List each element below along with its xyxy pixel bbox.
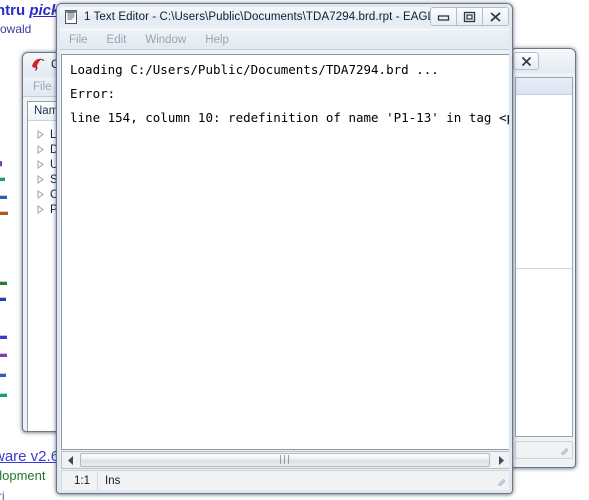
- editor-line-error: Error:: [70, 86, 116, 101]
- text-editor-statusbar: 1:1 Ins: [61, 470, 510, 491]
- webpage-fragment-3: ▬: [0, 190, 7, 202]
- scroll-left-arrow-icon[interactable]: [62, 452, 79, 468]
- webpage-fragment-7: ▬: [0, 330, 7, 342]
- chevron-right-icon: [37, 130, 44, 139]
- chevron-right-icon: [37, 175, 44, 184]
- editor-line-loading: Loading C:/Users/Public/Documents/TDA729…: [70, 62, 439, 77]
- right-window-statusbar: [515, 441, 573, 459]
- close-icon: [490, 11, 501, 22]
- webpage-fragment-2: ▬: [0, 172, 5, 184]
- close-button[interactable]: [482, 7, 509, 26]
- close-icon: [521, 56, 531, 66]
- text-editor-title: 1 Text Editor - C:\Users\Public\Document…: [84, 10, 430, 23]
- webpage-fragment-8: ▬: [0, 348, 7, 360]
- webpage-heading-prefix: ntru: [0, 2, 26, 19]
- editor-line-detail: line 154, column 10: redefinition of nam…: [70, 110, 510, 125]
- webpage-fragment-6: ▬: [0, 292, 6, 304]
- webpage-trailing-text: ri: [0, 489, 5, 500]
- control-panel-menu-file[interactable]: File: [33, 81, 52, 93]
- text-editor-horizontal-scrollbar[interactable]: |||: [61, 451, 510, 469]
- webpage-version-link[interactable]: ware v2.6: [0, 448, 59, 465]
- text-editor-menubar[interactable]: File Edit Window Help: [57, 29, 512, 50]
- scroll-right-arrow-icon[interactable]: [492, 452, 509, 468]
- webpage-fragment-4: ▬: [0, 206, 8, 218]
- screen: ntru pick owald ■ ▬ ▬ ▬ ▬ ▬ ▬ ▬ ▬ ▬ ware…: [0, 0, 589, 500]
- menu-edit[interactable]: Edit: [107, 34, 127, 46]
- triangle-left-icon: [67, 455, 73, 465]
- minimize-icon: [437, 15, 450, 21]
- text-editor-titlebar[interactable]: 1 Text Editor - C:\Users\Public\Document…: [57, 4, 512, 29]
- status-insert-mode: Ins: [97, 471, 127, 490]
- minimize-button[interactable]: [430, 7, 457, 26]
- eagle-icon: [32, 58, 44, 71]
- right-window-divider: [516, 268, 572, 269]
- chevron-right-icon: [37, 160, 44, 169]
- maximize-button[interactable]: [456, 7, 483, 26]
- window-caption-buttons: [430, 7, 509, 26]
- status-cursor-position: 1:1: [74, 474, 90, 487]
- menu-window[interactable]: Window: [145, 34, 186, 46]
- chevron-right-icon: [37, 205, 44, 214]
- menu-file[interactable]: File: [69, 34, 88, 46]
- resize-grip-icon[interactable]: [557, 444, 569, 456]
- resize-grip-icon[interactable]: [494, 474, 506, 487]
- text-editor-window[interactable]: 1 Text Editor - C:\Users\Public\Document…: [56, 3, 513, 494]
- right-window-titlebar[interactable]: [511, 49, 575, 73]
- right-window-body: [515, 77, 573, 437]
- triangle-right-icon: [498, 455, 504, 465]
- right-window-close-button[interactable]: [513, 52, 539, 70]
- restore-icon: [463, 11, 476, 22]
- webpage-fragment-9: ▬: [0, 368, 6, 380]
- scroll-thumb-grip: |||: [278, 455, 292, 465]
- right-window-header-bar: [516, 78, 572, 95]
- menu-help[interactable]: Help: [205, 34, 229, 46]
- webpage-fragment-1: ■: [0, 158, 3, 170]
- document-icon: [65, 9, 77, 24]
- scroll-thumb[interactable]: |||: [80, 453, 490, 467]
- scroll-track[interactable]: |||: [79, 452, 492, 468]
- chevron-right-icon: [37, 145, 44, 154]
- text-editor-content[interactable]: Loading C:/Users/Public/Documents/TDA729…: [61, 54, 510, 450]
- webpage-heading-emphasis: pick: [29, 2, 60, 19]
- webpage-fragment-5: ▬: [0, 276, 7, 288]
- webpage-development-text: elopment: [0, 468, 46, 483]
- webpage-subtext: owald: [0, 22, 32, 36]
- chevron-right-icon: [37, 190, 44, 199]
- webpage-fragment-10: ▬: [0, 388, 7, 400]
- background-window-right[interactable]: [510, 48, 576, 468]
- webpage-heading: ntru pick: [0, 2, 59, 19]
